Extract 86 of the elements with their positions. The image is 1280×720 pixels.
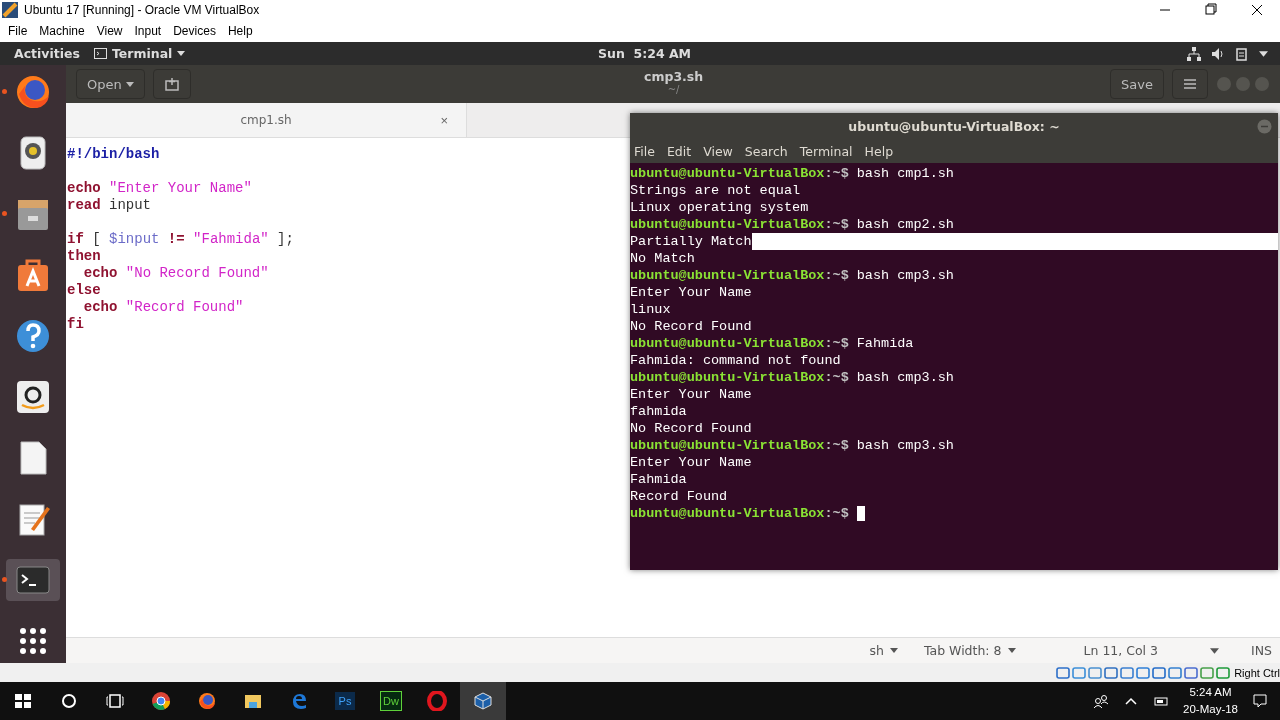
menu-item[interactable]: View (703, 144, 740, 159)
menu-item[interactable]: Edit (666, 144, 699, 159)
prompt-user: ubuntu@ubuntu-VirtualBox (630, 216, 825, 233)
taskbar-button[interactable]: Ps (322, 682, 368, 720)
prompt-user: ubuntu@ubuntu-VirtualBox (630, 335, 825, 352)
command-text: bash cmp3.sh (856, 437, 954, 454)
output-text: No Match (630, 250, 695, 267)
menu-item[interactable]: Terminal (799, 144, 860, 159)
output-text: Strings are not equal (630, 182, 801, 199)
code-token: echo (82, 299, 118, 315)
taskbar-time[interactable]: 5:24 AM (1189, 684, 1232, 701)
code-token: fi (67, 316, 84, 332)
close-tab-button[interactable]: × (434, 111, 454, 129)
output-text: Partially Match (630, 233, 752, 250)
code-token: != (166, 231, 185, 247)
output-text: Enter Your Name (630, 454, 752, 471)
host-key-label: Right Ctrl (1234, 666, 1280, 679)
menu-item[interactable]: File (634, 144, 662, 159)
menu-item[interactable]: Help (221, 24, 259, 38)
command-text: Fahmida (856, 335, 914, 352)
code-token: input (108, 197, 152, 213)
output-text: No Record Found (630, 420, 752, 437)
code-token: if (67, 231, 84, 247)
code-token: echo (67, 180, 101, 196)
output-text: Fahmida (630, 471, 687, 488)
insert-mode: INS (1251, 643, 1272, 658)
taskbar-button[interactable]: Dw (368, 682, 414, 720)
prompt-user: ubuntu@ubuntu-VirtualBox (630, 165, 825, 182)
prompt-path: :~$ (824, 216, 849, 233)
menu-item[interactable]: Input (128, 24, 168, 38)
terminal-title: ubuntu@ubuntu-VirtualBox: ~ (848, 119, 1060, 134)
code-token: $input (109, 231, 160, 247)
code-token: "Fahmida" (192, 231, 269, 247)
code-token: echo (82, 265, 118, 281)
tab-width-dropdown[interactable]: Tab Width: 8 (915, 643, 1024, 658)
prompt-path: :~$ (824, 437, 849, 454)
command-text: bash cmp2.sh (856, 216, 954, 233)
taskbar-date[interactable]: 20-May-18 (1183, 701, 1238, 718)
output-text: linux (630, 301, 671, 318)
command-text: bash cmp3.sh (856, 267, 954, 284)
output-text: Record Found (630, 488, 728, 505)
prompt-path: :~$ (824, 369, 849, 386)
window-title: Ubuntu 17 [Running] - Oracle VM VirtualBox (24, 3, 260, 17)
menu-item[interactable]: Search (744, 144, 795, 159)
clock[interactable]: Sun 5:24 AM (598, 46, 692, 61)
prompt-user: ubuntu@ubuntu-VirtualBox (630, 505, 825, 522)
document-tab[interactable]: cmp1.sh × (66, 103, 467, 137)
code-token: then (67, 248, 101, 264)
prompt-path: :~$ (824, 335, 849, 352)
language-dropdown[interactable]: sh (861, 643, 906, 658)
code-token: ]; (276, 231, 294, 247)
code-token: "No Record Found" (124, 265, 269, 281)
document-title: cmp3.sh (644, 69, 704, 84)
code-token: else (67, 282, 101, 298)
menu-item[interactable]: Machine (33, 24, 91, 38)
code-token: "Record Found" (124, 299, 244, 315)
prompt-user: ubuntu@ubuntu-VirtualBox (630, 369, 825, 386)
prompt-user: ubuntu@ubuntu-VirtualBox (630, 437, 825, 454)
dreamweaver-icon[interactable]: Dw (380, 691, 402, 711)
menu-item[interactable]: File (2, 24, 34, 38)
code-token: [ (91, 231, 102, 247)
command-text: bash cmp1.sh (856, 165, 954, 182)
output-text: Enter Your Name (630, 284, 752, 301)
output-text: Linux operating system (630, 199, 809, 216)
cursor-position: Ln 11, Col 3 (1083, 643, 1158, 658)
code-token: read (67, 197, 101, 213)
output-text: Enter Your Name (630, 386, 752, 403)
prompt-path: :~$ (824, 505, 849, 522)
app-menu[interactable]: Terminal (93, 46, 186, 61)
command-text: bash cmp3.sh (856, 369, 954, 386)
save-button[interactable]: Save (1110, 69, 1164, 99)
code-token: "Enter Your Name" (108, 180, 252, 196)
prompt-user: ubuntu@ubuntu-VirtualBox (630, 267, 825, 284)
output-text: Fahmida: command not found (630, 352, 841, 369)
photoshop-icon[interactable]: Ps (335, 692, 355, 710)
menu-item[interactable]: Devices (167, 24, 222, 38)
menu-item[interactable]: Help (864, 144, 901, 159)
prompt-path: :~$ (824, 267, 849, 284)
output-text: fahmida (630, 403, 687, 420)
open-button[interactable]: Open (76, 69, 145, 99)
menu-item[interactable]: View (90, 24, 129, 38)
code-token: #!/bin/bash (67, 146, 160, 162)
activities-button[interactable]: Activities (0, 46, 94, 61)
prompt-path: :~$ (824, 165, 849, 182)
document-path: ~/ (667, 84, 680, 95)
output-text: No Record Found (630, 318, 752, 335)
